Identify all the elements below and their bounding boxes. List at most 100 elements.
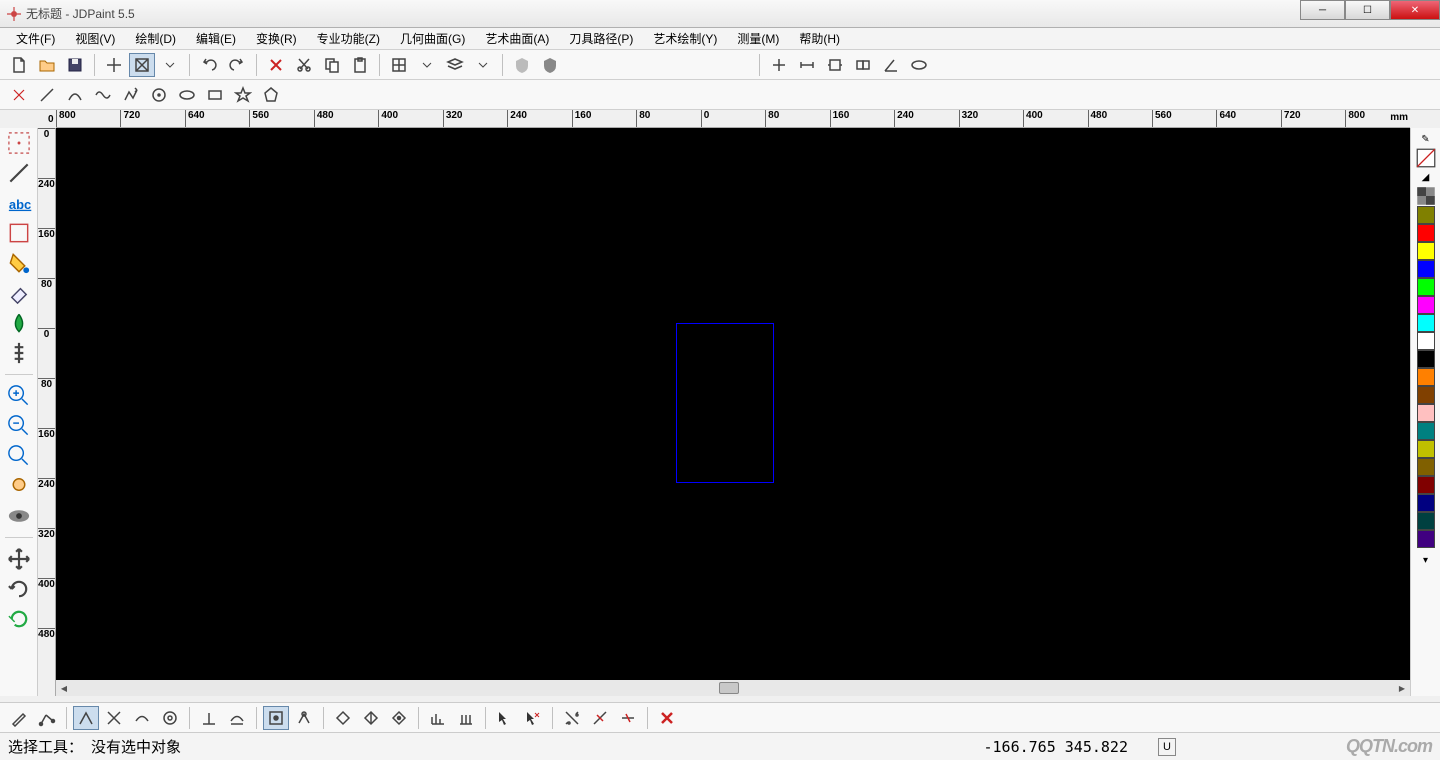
- color-swatch[interactable]: [1417, 458, 1435, 476]
- dropdown3-icon[interactable]: [470, 53, 496, 77]
- minimize-button[interactable]: ─: [1300, 0, 1345, 20]
- close-button[interactable]: ✕: [1390, 0, 1440, 20]
- menu-view[interactable]: 视图(V): [67, 28, 123, 49]
- bt-cut3-icon[interactable]: [615, 706, 641, 730]
- shield2-icon[interactable]: [537, 53, 563, 77]
- menu-help[interactable]: 帮助(H): [791, 28, 848, 49]
- scroll-right-icon[interactable]: ▶: [1394, 681, 1410, 695]
- scroll-left-icon[interactable]: ◀: [56, 681, 72, 695]
- bt-diamond2-icon[interactable]: [358, 706, 384, 730]
- drop-tool-icon[interactable]: [5, 310, 33, 336]
- polyline-icon[interactable]: [118, 83, 144, 107]
- snap-rect-icon[interactable]: [822, 53, 848, 77]
- crosshair-icon[interactable]: [101, 53, 127, 77]
- color-swatch[interactable]: [1417, 350, 1435, 368]
- color-swatch[interactable]: [1417, 224, 1435, 242]
- frame-tool-icon[interactable]: [5, 220, 33, 246]
- dropdown2-icon[interactable]: [414, 53, 440, 77]
- bt-diamond3-icon[interactable]: [386, 706, 412, 730]
- color-swatch[interactable]: [1417, 242, 1435, 260]
- measure-tool-icon[interactable]: [5, 160, 33, 186]
- palette-picker-icon[interactable]: ◢: [1416, 168, 1436, 186]
- zoom-fit-icon[interactable]: [5, 443, 33, 469]
- point-icon[interactable]: [6, 83, 32, 107]
- horizontal-scrollbar[interactable]: ◀ ▶: [56, 680, 1410, 696]
- bt-corner-icon[interactable]: [73, 706, 99, 730]
- eraser-tool-icon[interactable]: [5, 280, 33, 306]
- color-swatch[interactable]: [1417, 476, 1435, 494]
- menu-draw[interactable]: 绘制(D): [127, 28, 184, 49]
- bt-cut1-icon[interactable]: [559, 706, 585, 730]
- light-icon[interactable]: [5, 473, 33, 499]
- snap-cross-icon[interactable]: [766, 53, 792, 77]
- bt-node-icon[interactable]: [34, 706, 60, 730]
- canvas[interactable]: ◀ ▶: [56, 128, 1410, 696]
- bt-snap-grid-icon[interactable]: [263, 706, 289, 730]
- shield1-icon[interactable]: [509, 53, 535, 77]
- color-swatch[interactable]: [1417, 440, 1435, 458]
- color-swatch[interactable]: [1417, 404, 1435, 422]
- delete-icon[interactable]: [263, 53, 289, 77]
- color-swatch[interactable]: [1417, 260, 1435, 278]
- bt-smooth-icon[interactable]: [101, 706, 127, 730]
- palette-no-icon[interactable]: [1416, 149, 1436, 167]
- bt-delete-icon[interactable]: [654, 706, 680, 730]
- select-box-icon[interactable]: [129, 53, 155, 77]
- status-u-button[interactable]: U: [1158, 738, 1176, 756]
- color-swatch[interactable]: [1417, 206, 1435, 224]
- layers-icon[interactable]: [442, 53, 468, 77]
- color-swatch[interactable]: [1417, 530, 1435, 548]
- pencil-icon[interactable]: ✎: [1416, 130, 1436, 148]
- refresh-icon[interactable]: [5, 606, 33, 632]
- palette-grid-icon[interactable]: [1416, 187, 1436, 205]
- bt-perp-icon[interactable]: [196, 706, 222, 730]
- maximize-button[interactable]: ☐: [1345, 0, 1390, 20]
- rectangle-icon[interactable]: [202, 83, 228, 107]
- bt-align2-icon[interactable]: [453, 706, 479, 730]
- zoom-out-icon[interactable]: [5, 413, 33, 439]
- menu-artsurface[interactable]: 艺术曲面(A): [477, 28, 557, 49]
- bt-edit-icon[interactable]: [6, 706, 32, 730]
- color-swatch[interactable]: [1417, 368, 1435, 386]
- color-swatch[interactable]: [1417, 422, 1435, 440]
- menu-file[interactable]: 文件(F): [8, 28, 63, 49]
- bt-align1-icon[interactable]: [425, 706, 451, 730]
- bt-arrow-x-icon[interactable]: [520, 706, 546, 730]
- open-file-icon[interactable]: [34, 53, 60, 77]
- arc-icon[interactable]: [62, 83, 88, 107]
- circle-dot-icon[interactable]: [146, 83, 172, 107]
- palette-dropdown-icon[interactable]: ▾: [1416, 551, 1436, 569]
- text-tool-icon[interactable]: abc: [5, 190, 33, 216]
- menu-geosurface[interactable]: 几何曲面(G): [392, 28, 473, 49]
- dropdown-icon[interactable]: [157, 53, 183, 77]
- wave-icon[interactable]: [90, 83, 116, 107]
- bt-diamond1-icon[interactable]: [330, 706, 356, 730]
- snap-width-icon[interactable]: [794, 53, 820, 77]
- color-swatch[interactable]: [1417, 494, 1435, 512]
- snap-angle-icon[interactable]: [878, 53, 904, 77]
- bt-tangent-icon[interactable]: [224, 706, 250, 730]
- color-swatch[interactable]: [1417, 278, 1435, 296]
- menu-toolpath[interactable]: 刀具路径(P): [561, 28, 641, 49]
- bt-curve-icon[interactable]: [129, 706, 155, 730]
- menu-pro[interactable]: 专业功能(Z): [309, 28, 388, 49]
- snap-box-icon[interactable]: [850, 53, 876, 77]
- snap-ellipse-icon[interactable]: [906, 53, 932, 77]
- fill-tool-icon[interactable]: [5, 250, 33, 276]
- color-swatch[interactable]: [1417, 332, 1435, 350]
- select-tool-icon[interactable]: [5, 130, 33, 156]
- copy-icon[interactable]: [319, 53, 345, 77]
- bt-ring-icon[interactable]: [157, 706, 183, 730]
- rotate-icon[interactable]: [5, 576, 33, 602]
- undo-icon[interactable]: [196, 53, 222, 77]
- new-file-icon[interactable]: [6, 53, 32, 77]
- bt-arrow1-icon[interactable]: [492, 706, 518, 730]
- bt-snap-node-icon[interactable]: [291, 706, 317, 730]
- menu-transform[interactable]: 变换(R): [248, 28, 305, 49]
- redo-icon[interactable]: [224, 53, 250, 77]
- line-icon[interactable]: [34, 83, 60, 107]
- bt-cut2-icon[interactable]: [587, 706, 613, 730]
- menu-measure[interactable]: 测量(M): [729, 28, 787, 49]
- menu-edit[interactable]: 编辑(E): [188, 28, 244, 49]
- menu-artdraw[interactable]: 艺术绘制(Y): [645, 28, 725, 49]
